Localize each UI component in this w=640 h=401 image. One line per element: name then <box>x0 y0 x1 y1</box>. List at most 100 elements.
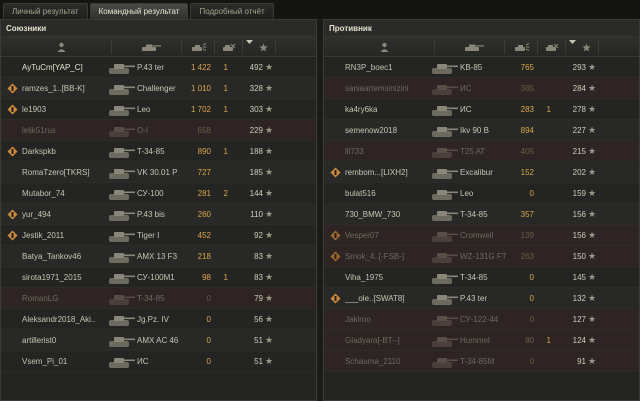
table-row[interactable]: Schauma_2110 T-34-85M 0 91 ★ <box>324 351 639 372</box>
table-row[interactable]: saniaartemsinizini ИС 385 284 ★ <box>324 78 639 99</box>
vehicle-name: Cromwell <box>460 231 494 240</box>
player-column-icon[interactable] <box>364 37 404 57</box>
table-row[interactable]: Viha_1975 T-34-85 0 145 ★ <box>324 267 639 288</box>
tank-icon <box>432 211 458 221</box>
damage-value: 281 <box>197 189 211 198</box>
table-row[interactable]: sirota1971_2015 СУ-100М1 98 1 83 ★ <box>1 267 316 288</box>
vehicle-name: СУ-100 <box>137 189 164 198</box>
damage-value: 0 <box>206 357 211 366</box>
table-row[interactable]: Batya_Tankov46 AMX 13 F3 218 83 ★ <box>1 246 316 267</box>
tab-detailed-report[interactable]: Подробный отчёт <box>190 3 274 19</box>
damage-value: 263 <box>520 252 534 261</box>
damage-value: 139 <box>520 231 534 240</box>
kills-value <box>539 267 551 288</box>
table-row[interactable]: ramzes_1..[BB-K] Challenger 1 010 1 328 … <box>1 78 316 99</box>
vehicle-name: Challenger <box>137 84 176 93</box>
damage-column-icon[interactable] <box>507 37 537 57</box>
tank-icon <box>432 148 458 158</box>
vehicle-name: Leo <box>460 189 474 198</box>
xp-value: 159 <box>572 189 586 198</box>
table-row[interactable]: Aleksandr2018_Aki.. Jg.Pz. IV 0 56 ★ <box>1 309 316 330</box>
vehicle-name: Leo <box>137 105 151 114</box>
player-name: Vsem_Pi_01 <box>22 357 68 366</box>
table-row[interactable]: AyTuCm[YAP_C] P.43 ter 1 422 1 492 ★ <box>1 57 316 78</box>
xp-value: 91 <box>577 357 586 366</box>
player-name: Viha_1975 <box>345 273 384 282</box>
table-row[interactable]: Vsem_Pi_01 ИС 0 51 ★ <box>1 351 316 372</box>
xp-value: 328 <box>249 84 263 93</box>
player-name: Vesper07 <box>345 231 379 240</box>
vehicle-name: WZ-131G FT <box>460 252 507 261</box>
xp-column-star-icon[interactable] <box>574 37 598 57</box>
tank-icon <box>109 295 135 305</box>
kills-column-icon[interactable] <box>216 37 242 57</box>
tab-team-result[interactable]: Командный результат <box>89 3 189 19</box>
table-row[interactable]: Jestik_2011 Tiger I 452 92 ★ <box>1 225 316 246</box>
tank-icon <box>109 85 135 95</box>
table-row[interactable]: lll733 T25 AT 405 215 ★ <box>324 141 639 162</box>
xp-star-icon: ★ <box>588 335 597 345</box>
player-name: lelik51rus <box>22 126 56 135</box>
table-row[interactable]: bulat516 Leo 0 159 ★ <box>324 183 639 204</box>
xp-star-icon: ★ <box>588 272 597 282</box>
xp-star-icon: ★ <box>588 356 597 366</box>
xp-star-icon: ★ <box>265 272 274 282</box>
tank-icon <box>432 337 458 347</box>
table-row[interactable]: artillerist0 AMX AC 46 0 51 ★ <box>1 330 316 351</box>
table-row[interactable]: RN3P_boec1 KB-85 765 293 ★ <box>324 57 639 78</box>
kills-value <box>216 204 228 225</box>
platoon-icon <box>7 146 18 157</box>
xp-star-icon: ★ <box>588 62 597 72</box>
table-row[interactable]: Smok_4..[-FSB-] WZ-131G FT 263 150 ★ <box>324 246 639 267</box>
damage-value: 98 <box>202 273 211 282</box>
xp-column-star-icon[interactable] <box>251 37 275 57</box>
table-row[interactable]: le1903 Leo 1 702 1 303 ★ <box>1 99 316 120</box>
xp-star-icon: ★ <box>588 251 597 261</box>
table-row[interactable]: ___ole..[SWAT8] P.43 ter 0 132 ★ <box>324 288 639 309</box>
table-row[interactable]: Jakiroo СУ-122-44 0 127 ★ <box>324 309 639 330</box>
allies-column-header <box>1 37 316 57</box>
xp-value: 188 <box>249 147 263 156</box>
table-row[interactable]: Gladyara[-BT--] Hummel 80 1 124 ★ <box>324 330 639 351</box>
tank-icon <box>109 253 135 263</box>
damage-value: 0 <box>206 336 211 345</box>
xp-value: 145 <box>572 273 586 282</box>
table-row[interactable]: yur_494 P.43 bis 260 110 ★ <box>1 204 316 225</box>
player-name: saniaartemsinizini <box>345 84 409 93</box>
xp-star-icon: ★ <box>265 209 274 219</box>
tank-icon <box>109 274 135 284</box>
vehicle-name: ИС <box>460 84 472 93</box>
tank-icon <box>109 64 135 74</box>
xp-star-icon: ★ <box>588 146 597 156</box>
tab-personal-result[interactable]: Личный результат <box>3 3 88 19</box>
table-row[interactable]: RomaTzero[TKRS] VK 30.01 P 727 185 ★ <box>1 162 316 183</box>
table-row[interactable]: ka4ry6ka ИС 283 1 278 ★ <box>324 99 639 120</box>
player-column-icon[interactable] <box>41 37 81 57</box>
xp-star-icon: ★ <box>265 62 274 72</box>
table-row[interactable]: rembom...[LIXH2] Excalibur 152 202 ★ <box>324 162 639 183</box>
table-row[interactable]: Darkspkb T-34-85 890 1 188 ★ <box>1 141 316 162</box>
vehicle-name: Excalibur <box>460 168 493 177</box>
vehicle-column-icon[interactable] <box>454 37 494 57</box>
player-name: Smok_4..[-FSB-] <box>345 252 405 261</box>
damage-column-icon[interactable] <box>184 37 214 57</box>
table-row[interactable]: Mutabor_74 СУ-100 281 2 144 ★ <box>1 183 316 204</box>
vehicle-name: T-34-85 <box>460 210 488 219</box>
damage-value: 894 <box>520 126 534 135</box>
player-name: Mutabor_74 <box>22 189 65 198</box>
kills-column-icon[interactable] <box>539 37 565 57</box>
player-name: rembom...[LIXH2] <box>345 168 408 177</box>
vehicle-column-icon[interactable] <box>131 37 171 57</box>
vehicle-name: VK 30.01 P <box>137 168 178 177</box>
damage-value: 80 <box>525 336 534 345</box>
table-row[interactable]: lelik51rus O-I 658 229 ★ <box>1 120 316 141</box>
table-row[interactable]: Vesper07 Cromwell 139 156 ★ <box>324 225 639 246</box>
xp-value: 51 <box>254 336 263 345</box>
xp-value: 144 <box>249 189 263 198</box>
table-row[interactable]: semenow2018 Ikv 90 B 894 227 ★ <box>324 120 639 141</box>
xp-star-icon: ★ <box>588 230 597 240</box>
vehicle-name: KB-85 <box>460 63 483 72</box>
table-row[interactable]: RomanLG T-34-85 0 79 ★ <box>1 288 316 309</box>
kills-value: 1 <box>546 105 551 114</box>
table-row[interactable]: 730_BMW_730 T-34-85 357 156 ★ <box>324 204 639 225</box>
